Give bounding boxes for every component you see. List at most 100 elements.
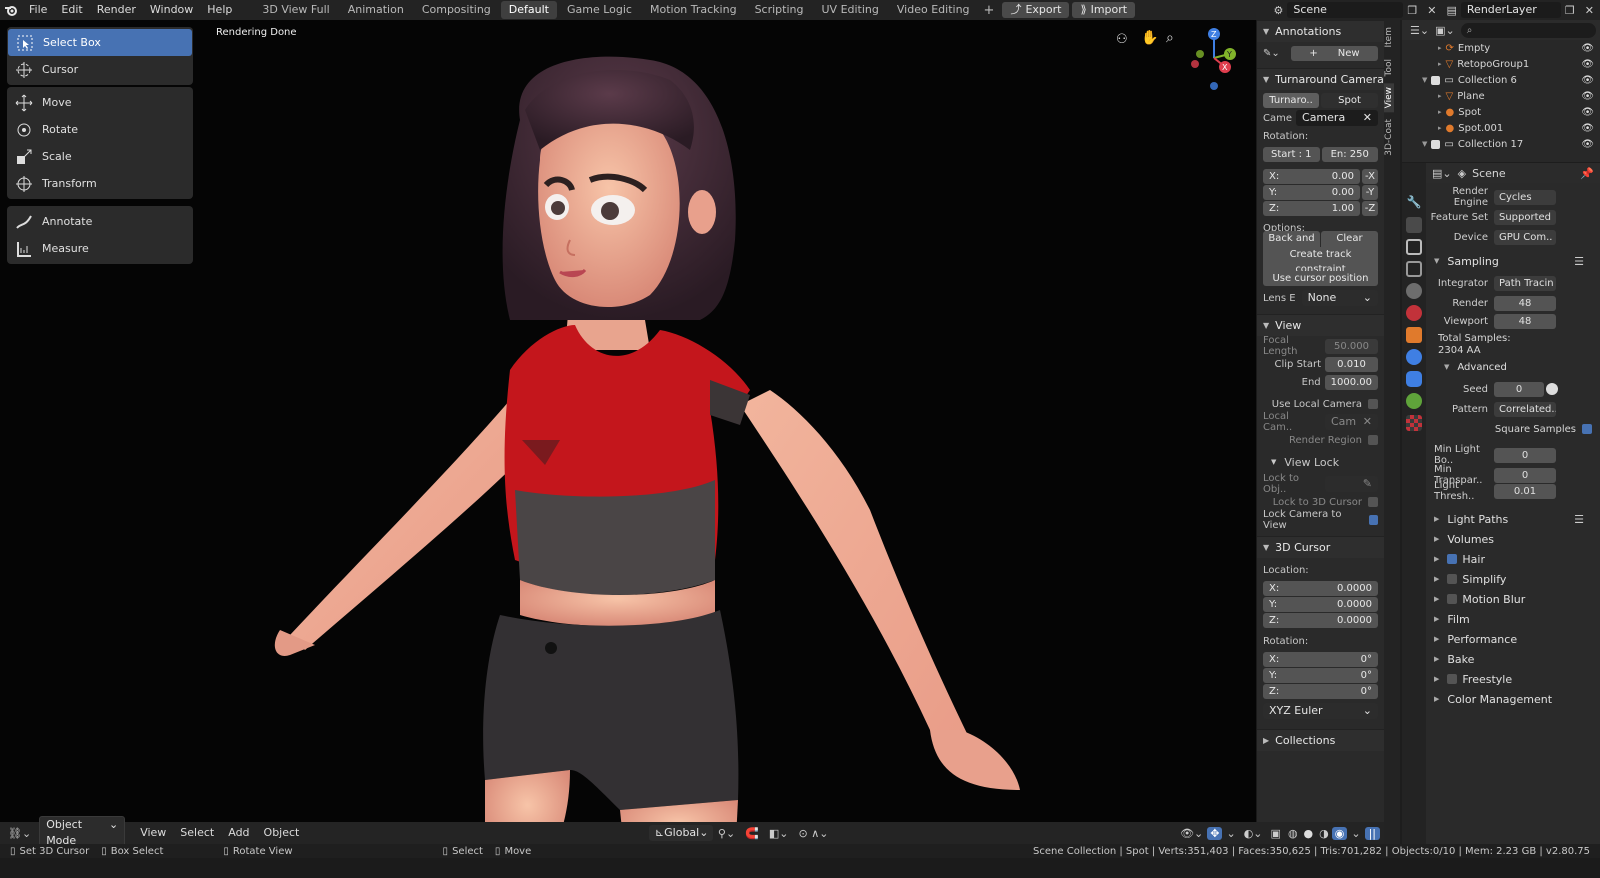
menu-render[interactable]: Render: [90, 0, 143, 20]
eye-visibility-icon[interactable]: 👁: [1581, 107, 1594, 118]
world-props-icon[interactable]: [1406, 305, 1422, 321]
eye-visibility-icon[interactable]: 👁: [1581, 75, 1594, 86]
delete-scene-icon[interactable]: ✕: [1421, 4, 1442, 17]
cursor-loc-x[interactable]: X: 0.0000: [1263, 580, 1378, 596]
hair-header[interactable]: ▶ Hair: [1426, 549, 1600, 569]
overlays-icon[interactable]: ◐⌄: [1240, 827, 1267, 840]
scene-type-icon[interactable]: ⚙: [1270, 4, 1288, 17]
rot-z-field[interactable]: Z: 1.00: [1263, 200, 1360, 216]
tab-scripting[interactable]: Scripting: [747, 1, 812, 19]
snap-target-icon[interactable]: ◧⌄: [764, 827, 794, 840]
eye-visibility-icon[interactable]: 👁: [1581, 59, 1594, 70]
scene-props-icon[interactable]: [1406, 283, 1422, 299]
lock-3d-cursor-checkbox[interactable]: [1368, 497, 1378, 507]
advanced-header[interactable]: ▼ Advanced: [1426, 357, 1600, 377]
color-management-header[interactable]: ▶ Color Management: [1426, 689, 1600, 709]
start-frame-field[interactable]: Start : 1: [1263, 146, 1320, 162]
end-frame-field[interactable]: En: 250: [1321, 146, 1378, 162]
tool-cursor[interactable]: Cursor: [7, 56, 193, 83]
object-props-icon[interactable]: [1406, 327, 1422, 343]
wireframe-shading-icon[interactable]: ◍: [1285, 827, 1301, 840]
3d-viewport[interactable]: Rendering Done Select Box Cursor Move Ro…: [0, 20, 1280, 858]
film-header[interactable]: ▶ Film: [1426, 609, 1600, 629]
outliner-display-icon[interactable]: ☰⌄: [1410, 24, 1429, 37]
output-props-icon[interactable]: [1406, 239, 1422, 255]
select-menu[interactable]: Select: [173, 823, 221, 843]
solid-shading-icon[interactable]: ●: [1301, 827, 1317, 840]
tool-select-box[interactable]: Select Box: [8, 29, 192, 56]
properties-type-icon[interactable]: ▤⌄: [1432, 167, 1452, 180]
add-workspace-icon[interactable]: +: [979, 3, 1000, 18]
proportional-icon[interactable]: ⊙ ∧⌄: [794, 827, 834, 840]
rot-y-field[interactable]: Y: 0.00: [1263, 184, 1360, 200]
lock-camera-checkbox[interactable]: [1368, 515, 1378, 525]
outliner-item-collection-6[interactable]: ▼ ▭ Collection 6 👁: [1402, 72, 1600, 88]
3d-cursor-header[interactable]: ▼ 3D Cursor: [1257, 536, 1384, 558]
menu-file[interactable]: File: [22, 0, 54, 20]
neg-y-button[interactable]: -Y: [1362, 184, 1378, 200]
tab-motion-tracking[interactable]: Motion Tracking: [642, 1, 745, 19]
view-header[interactable]: ▼ View: [1257, 314, 1384, 336]
feature-set-dropdown[interactable]: Supported: [1494, 209, 1556, 225]
editor-type-icon[interactable]: ⛓⌄: [0, 827, 39, 840]
tab-uv-editing[interactable]: UV Editing: [814, 1, 887, 19]
texture-props-icon[interactable]: [1406, 415, 1422, 431]
neg-x-button[interactable]: -X: [1362, 168, 1378, 184]
cursor-loc-y[interactable]: Y: 0.0000: [1263, 596, 1378, 612]
tab-view[interactable]: View: [1384, 82, 1394, 113]
clip-start-field[interactable]: 0.010: [1325, 356, 1378, 372]
blender-logo-icon[interactable]: [0, 4, 22, 16]
export-button[interactable]: ⤴ Export: [1002, 2, 1070, 18]
view-lock-header[interactable]: ▼ View Lock: [1257, 454, 1384, 470]
seed-field[interactable]: 0: [1494, 381, 1544, 397]
delete-layer-icon[interactable]: ✕: [1579, 4, 1600, 17]
snap-icon[interactable]: 🧲: [740, 827, 764, 840]
zoom-icon[interactable]: ⌕: [1166, 30, 1174, 46]
lens-dropdown[interactable]: None ⌄: [1301, 290, 1378, 306]
tool-rotate[interactable]: Rotate: [7, 116, 193, 143]
render-samples-field[interactable]: 48: [1494, 295, 1556, 311]
menu-edit[interactable]: Edit: [54, 0, 89, 20]
tool-measure[interactable]: Measure: [7, 235, 193, 262]
eye-visibility-icon[interactable]: 👁: [1581, 123, 1594, 134]
tab-video-editing[interactable]: Video Editing: [889, 1, 978, 19]
pin-icon[interactable]: 📌: [1580, 167, 1594, 180]
gizmo-toggle-icon[interactable]: ✥: [1207, 826, 1223, 840]
bake-header[interactable]: ▶ Bake: [1426, 649, 1600, 669]
xray-icon[interactable]: ▣: [1267, 827, 1285, 840]
new-annotation-button[interactable]: + New: [1291, 45, 1378, 61]
tool-move[interactable]: Move: [7, 89, 193, 116]
turnaround-button[interactable]: Turnaro..: [1263, 92, 1319, 108]
light-props-icon[interactable]: [1406, 393, 1422, 409]
eye-visibility-icon[interactable]: 👁: [1581, 43, 1594, 54]
outliner-item-empty[interactable]: ▸ ⟳ Empty 👁: [1402, 40, 1600, 56]
tool-annotate[interactable]: Annotate: [7, 208, 193, 235]
tab-tool[interactable]: Tool: [1384, 55, 1394, 80]
constraint-props-icon[interactable]: [1406, 371, 1422, 387]
gizmo-dropdown-icon[interactable]: ⌄: [1222, 827, 1239, 840]
outliner-item-spot-001[interactable]: ▸ ● Spot.001 👁: [1402, 120, 1600, 136]
freestyle-header[interactable]: ▶ Freestyle: [1426, 669, 1600, 689]
tab-default[interactable]: Default: [500, 1, 557, 19]
rendered-shading-icon[interactable]: ◉: [1331, 826, 1348, 840]
outliner-filter-icon[interactable]: ▣⌄: [1435, 24, 1455, 37]
render-props-icon[interactable]: [1406, 217, 1422, 233]
collections-header[interactable]: ▶ Collections: [1257, 729, 1384, 751]
pause-render-icon[interactable]: ||: [1364, 826, 1381, 840]
camera-field[interactable]: Camera ✕: [1296, 110, 1378, 126]
motion-blur-header[interactable]: ▶ Motion Blur: [1426, 589, 1600, 609]
tab-3d-view-full[interactable]: 3D View Full: [254, 1, 337, 19]
performance-header[interactable]: ▶ Performance: [1426, 629, 1600, 649]
simplify-header[interactable]: ▶ Simplify: [1426, 569, 1600, 589]
object-menu[interactable]: Object: [257, 823, 307, 843]
view-menu[interactable]: View: [133, 823, 173, 843]
render-layer-field[interactable]: RenderLayer: [1460, 2, 1561, 18]
tool-transform[interactable]: Transform: [7, 170, 193, 197]
neg-z-button[interactable]: -Z: [1362, 200, 1378, 216]
tab-compositing[interactable]: Compositing: [414, 1, 499, 19]
sampling-header[interactable]: ▼ Sampling ☰: [1426, 251, 1600, 271]
eye-visibility-icon[interactable]: 👁: [1581, 139, 1594, 150]
pan-hand-icon[interactable]: ✋: [1141, 30, 1158, 46]
eye-visibility-icon[interactable]: 👁: [1581, 91, 1594, 102]
tab-animation[interactable]: Animation: [340, 1, 412, 19]
